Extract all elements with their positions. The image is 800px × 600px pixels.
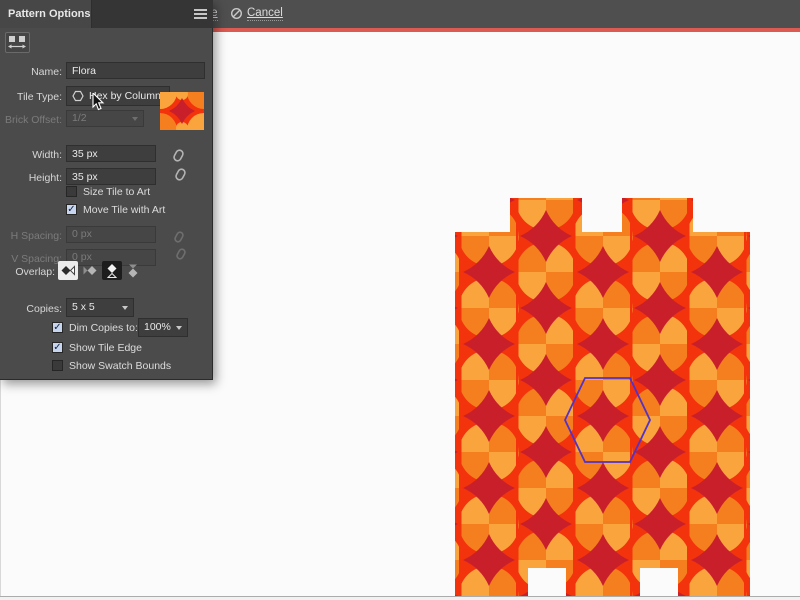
unlink-spacing-icon [170, 230, 190, 264]
name-input[interactable] [66, 62, 205, 79]
top-in-front-icon [106, 263, 118, 279]
overlap-left-in-front-button[interactable] [58, 261, 78, 280]
bottom-notch [640, 568, 678, 597]
cancel-button[interactable]: Cancel [247, 7, 283, 21]
size-tile-to-art-label: Size Tile to Art [83, 186, 150, 198]
height-input[interactable] [66, 168, 156, 185]
pattern-tile-tool-icon [6, 33, 29, 52]
brick-offset-value: 1/2 [72, 111, 87, 126]
show-swatch-bounds-checkbox[interactable] [52, 360, 63, 371]
pattern-swatch-preview [160, 92, 204, 130]
height-label: Height: [0, 172, 62, 184]
copies-value: 5 x 5 [72, 300, 95, 315]
checkmark-icon: ✓ [53, 322, 61, 333]
move-tile-with-art-label: Move Tile with Art [83, 204, 165, 216]
copies-dropdown[interactable]: 5 x 5 [66, 298, 134, 317]
v-spacing-label: V Spacing: [0, 253, 62, 265]
overlap-label: Overlap: [0, 266, 55, 278]
panel-header: Pattern Options [0, 0, 213, 28]
tile-type-label: Tile Type: [0, 91, 62, 103]
pattern-tile-tool-button[interactable] [5, 32, 30, 53]
show-tile-edge-checkbox[interactable]: ✓ [52, 342, 63, 353]
name-label: Name: [0, 66, 62, 78]
show-tile-edge-label: Show Tile Edge [69, 342, 142, 354]
overlap-bottom-in-front-button[interactable] [123, 261, 143, 280]
size-tile-to-art-checkbox[interactable] [66, 186, 77, 197]
tile-type-value: Hex by Column [89, 89, 161, 104]
chevron-down-icon [122, 306, 128, 310]
unlink-dimensions-icon[interactable] [168, 147, 190, 185]
dim-copies-label: Dim Copies to: [69, 322, 138, 334]
brick-offset-dropdown: 1/2 [66, 110, 144, 127]
dim-copies-dropdown[interactable]: 100% [138, 318, 188, 337]
checkmark-icon: ✓ [67, 204, 75, 215]
overlap-top-in-front-button[interactable] [102, 261, 122, 280]
h-spacing-value: 0 px [72, 228, 92, 240]
move-tile-with-art-checkbox[interactable]: ✓ [66, 204, 77, 215]
width-input[interactable] [66, 145, 156, 162]
chevron-down-icon [176, 326, 182, 330]
bottom-notch [528, 568, 566, 597]
panel-menu-icon[interactable] [194, 9, 207, 19]
panel-title: Pattern Options [8, 8, 91, 20]
brick-offset-label: Brick Offset: [0, 114, 62, 126]
show-swatch-bounds-label: Show Swatch Bounds [69, 360, 171, 372]
pattern-options-panel: Pattern Options Name: Tile Type: Hex by … [0, 0, 213, 380]
dim-copies-checkbox[interactable]: ✓ [52, 322, 63, 333]
pattern-artwork[interactable] [440, 190, 770, 600]
width-label: Width: [0, 149, 62, 161]
right-in-front-icon [82, 265, 98, 276]
checkmark-icon: ✓ [53, 342, 61, 353]
window-left-edge [0, 380, 1, 596]
h-spacing-label: H Spacing: [0, 230, 62, 242]
overlap-right-in-front-button[interactable] [80, 261, 100, 280]
bottom-in-front-icon [127, 263, 139, 279]
pattern-block [455, 198, 750, 597]
panel-tab[interactable]: Pattern Options [0, 0, 92, 28]
dim-copies-value: 100% [144, 320, 171, 335]
window-bottom-edge [0, 596, 800, 600]
hexagon-icon [72, 90, 84, 102]
cancel-slash-icon [230, 7, 243, 20]
left-in-front-icon [60, 265, 76, 276]
copies-label: Copies: [0, 303, 62, 315]
h-spacing-input: 0 px [66, 226, 156, 243]
tile-type-dropdown[interactable]: Hex by Column [66, 86, 170, 106]
chevron-down-icon [132, 117, 138, 121]
